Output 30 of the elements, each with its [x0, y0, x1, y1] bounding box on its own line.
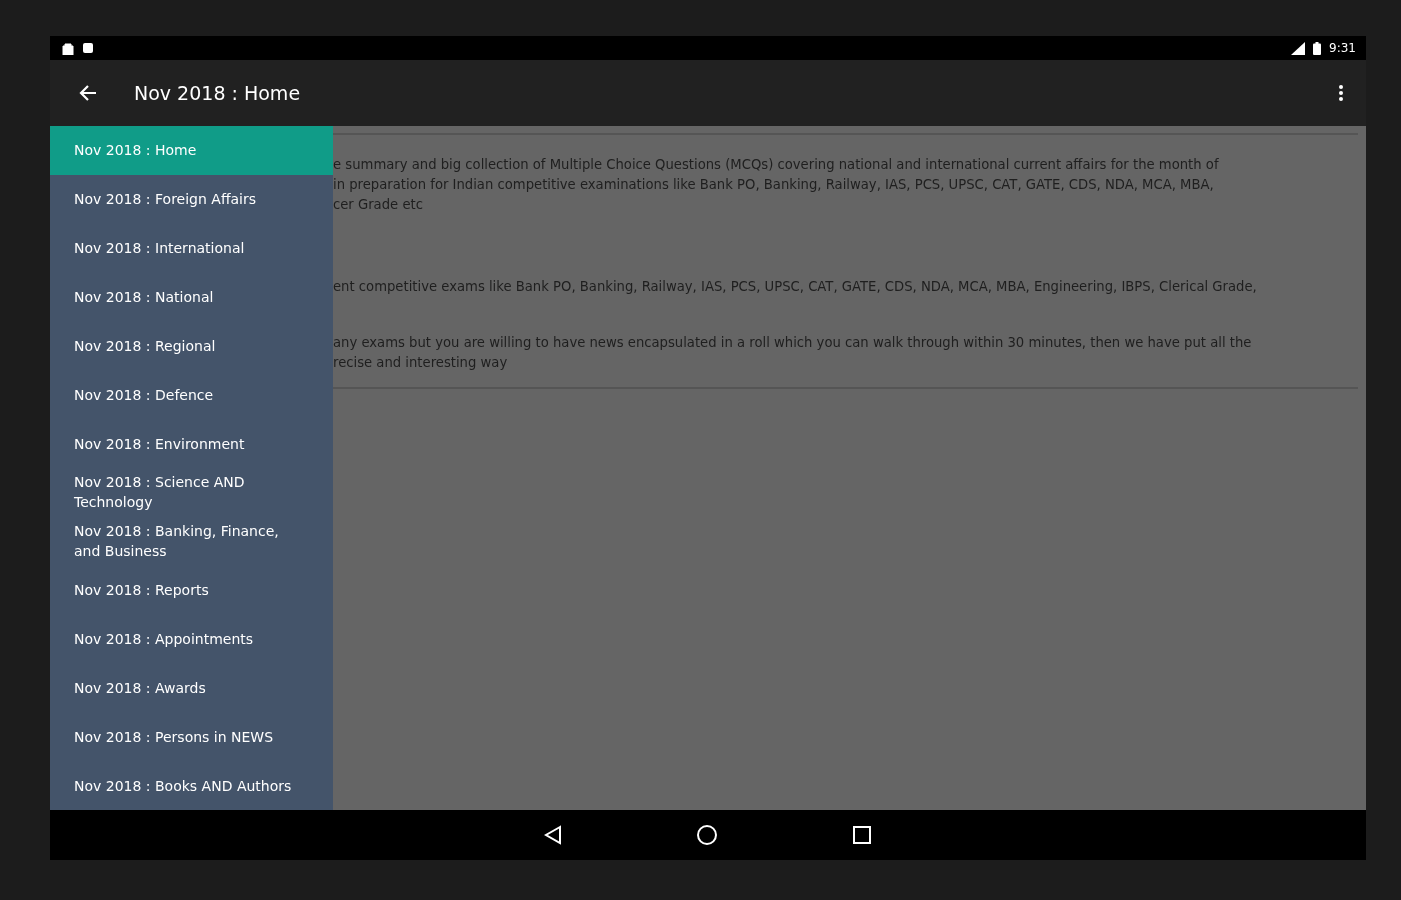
paragraph-line: recise and interesting way: [333, 354, 509, 372]
drawer-item[interactable]: Nov 2018 : Science AND Technology: [50, 468, 333, 517]
home-icon[interactable]: [696, 824, 718, 846]
drawer-item[interactable]: Nov 2018 : Books AND Authors: [50, 761, 333, 811]
paragraph-line: in preparation for Indian competitive examinations like Bank PO, Banking, Railway, IAS, PCS, UPSC, CAT, GATE, CDS, NDA, MCA, MBA,: [333, 176, 1215, 194]
screen-title: Nov 2018 : Home: [134, 82, 302, 104]
clock: 9:31: [1329, 41, 1356, 55]
recents-icon[interactable]: [852, 825, 872, 845]
drawer-item[interactable]: Nov 2018 : Regional: [50, 321, 333, 371]
more-options-icon[interactable]: [1338, 84, 1344, 102]
back-arrow-icon[interactable]: [78, 83, 98, 103]
paragraph-line: ent competitive exams like Bank PO, Banking, Railway, IAS, PCS, UPSC, CAT, GATE, CDS, NDA, MCA, MBA, Engineering, IBPS, Clerical Grade,: [333, 278, 1258, 296]
drawer-item[interactable]: Nov 2018 : Defence: [50, 370, 333, 420]
drawer-item[interactable]: Nov 2018 : Appointments: [50, 614, 333, 664]
drawer-item[interactable]: Nov 2018 : Persons in NEWS: [50, 712, 333, 762]
drawer-item[interactable]: Nov 2018 : Banking, Finance, and Business: [50, 516, 333, 566]
notification-icon: [62, 41, 74, 55]
drawer-item[interactable]: Nov 2018 : Environment: [50, 419, 333, 468]
drawer-item[interactable]: Nov 2018 : National: [50, 272, 333, 322]
battery-icon: [1313, 41, 1322, 55]
drawer-item[interactable]: Nov 2018 : International: [50, 223, 333, 273]
paragraph-line: e summary and big collection of Multiple Choice Questions (MCQs) covering national and international current affairs for the month of: [333, 156, 1220, 174]
back-icon[interactable]: [544, 825, 562, 845]
drawer-item[interactable]: Nov 2018 : Awards: [50, 663, 333, 713]
paragraph-line: cer Grade etc: [333, 196, 424, 214]
drawer-item[interactable]: Nov 2018 : Reports: [50, 565, 333, 615]
signal-icon: [1291, 41, 1306, 55]
paragraph-line: any exams but you are willing to have news encapsulated in a roll which you can walk through within 30 minutes, then we have put all the: [333, 334, 1253, 352]
notification-icon: [82, 42, 94, 54]
drawer-item[interactable]: Nov 2018 : Foreign Affairs: [50, 174, 333, 224]
